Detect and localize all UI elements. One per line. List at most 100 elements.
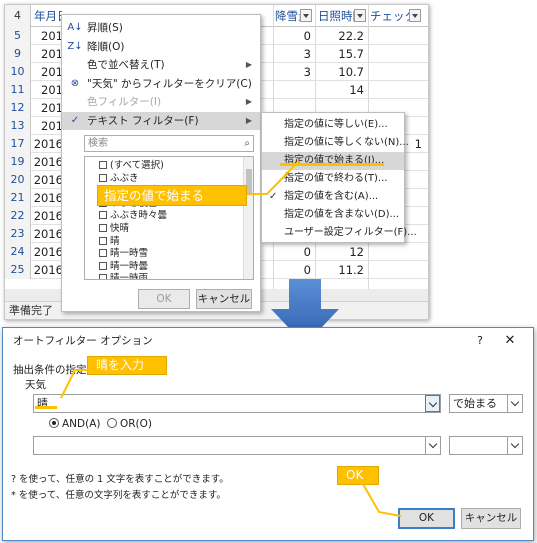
chevron-down-icon[interactable] <box>425 395 440 412</box>
cell-date[interactable]: 2016 <box>33 225 63 243</box>
row-number[interactable]: 13 <box>5 117 31 135</box>
filter-menu-item[interactable]: 色で並べ替え(T) ▶ <box>62 56 260 74</box>
and-radio[interactable]: AND(A) <box>49 418 101 430</box>
text-filter-option[interactable]: 指定の値を含まない(D)... <box>262 206 404 224</box>
checkbox-icon[interactable] <box>99 249 107 258</box>
header-sunshine: 日照時間 <box>318 9 358 23</box>
row-number[interactable]: 12 <box>5 99 31 117</box>
row-number[interactable]: 23 <box>5 225 31 243</box>
cell-date[interactable]: 2016 <box>33 207 63 225</box>
text-filter-option[interactable]: ユーザー設定フィルター(F)... <box>262 224 417 242</box>
filter-list-item[interactable]: (すべて選択) <box>99 160 164 173</box>
filter-menu-item-label: 色で並べ替え(T) <box>87 59 165 71</box>
close-icon[interactable]: ✕ <box>502 328 518 354</box>
filter-menu-item[interactable]: ✓ テキスト フィルター(F) ▶ <box>62 111 260 130</box>
filter-menu-item[interactable]: 色フィルター(I) ▶ <box>62 93 260 111</box>
filter-list-item[interactable]: 晴 <box>99 236 120 249</box>
chevron-down-icon[interactable] <box>507 395 522 412</box>
callout-starts-with: 指定の値で始まる <box>97 185 247 206</box>
operator-select-1[interactable]: で始まる <box>449 394 523 413</box>
cell-date[interactable]: 2016 <box>33 171 63 189</box>
filter-search-input[interactable]: 検索 ⌕ <box>84 135 254 152</box>
filter-dropdown-snow[interactable] <box>300 9 312 22</box>
cell-date[interactable]: 2016 <box>33 153 63 171</box>
cell-date[interactable]: 2016 <box>33 135 63 153</box>
checkbox-icon[interactable] <box>99 173 107 182</box>
cell-check[interactable] <box>370 243 422 261</box>
row-number[interactable]: 5 <box>5 27 31 45</box>
cell-sunshine[interactable]: 12 <box>316 243 366 261</box>
cell-date[interactable]: 201 <box>33 63 63 81</box>
filter-menu-item[interactable]: ⊗ "天気" からフィルターをクリア(C) <box>62 75 260 93</box>
text-filter-option[interactable]: 指定の値に等しい(E)... <box>262 116 404 134</box>
cell-date[interactable]: 201 <box>33 45 63 63</box>
text-filter-option[interactable]: 指定の値に等しくない(N)... <box>262 134 409 152</box>
filter-list-item[interactable]: 快晴 <box>99 223 129 236</box>
checkbox-icon[interactable] <box>99 224 107 232</box>
filter-list-item[interactable]: ふぶき <box>99 173 139 186</box>
chevron-down-icon[interactable] <box>507 437 522 454</box>
filter-menu-item[interactable]: Z↓ 降順(O) <box>62 38 260 56</box>
row-number[interactable]: 17 <box>5 135 31 153</box>
operator-select-2[interactable] <box>449 436 523 455</box>
cell-date[interactable]: 2016 <box>33 261 63 279</box>
cell-check[interactable] <box>370 81 422 99</box>
row-number[interactable]: 20 <box>5 171 31 189</box>
cell-check[interactable] <box>370 45 422 63</box>
filter-list-item[interactable]: ふぶき時々曇 <box>99 210 167 223</box>
cell-check[interactable] <box>370 27 422 45</box>
filter-ok-button[interactable]: OK <box>138 289 190 309</box>
cell-snow[interactable]: 3 <box>273 45 313 63</box>
filter-list-item[interactable]: 晴一時曇 <box>99 261 148 274</box>
row-number[interactable]: 9 <box>5 45 31 63</box>
cell-snow[interactable]: 0 <box>273 27 313 45</box>
cell-date[interactable]: 201 <box>33 27 63 45</box>
radio-dot-icon[interactable] <box>49 418 59 428</box>
checkbox-icon[interactable] <box>99 261 107 270</box>
cancel-button[interactable]: キャンセル <box>461 508 521 529</box>
row-number[interactable]: 25 <box>5 261 31 279</box>
row-number[interactable]: 21 <box>5 189 31 207</box>
cell-date[interactable]: 201 <box>33 81 63 99</box>
cell-date[interactable]: 201 <box>33 117 63 135</box>
radio-circle-icon[interactable] <box>107 418 117 428</box>
filter-list-item[interactable]: 晴一時雨 <box>99 273 148 279</box>
filter-list-item-label: 晴一時雪 <box>110 248 149 260</box>
filter-menu-item[interactable]: A↓ 昇順(S) <box>62 19 260 37</box>
text-filter-option-label: 指定の値に等しい(E)... <box>284 119 388 130</box>
help-icon[interactable]: ? <box>472 328 488 354</box>
filter-menu-item-label: 降順(O) <box>87 40 125 53</box>
checkbox-icon[interactable] <box>99 161 107 169</box>
row-number[interactable]: 24 <box>5 243 31 261</box>
cell-snow[interactable]: 0 <box>273 243 313 261</box>
cell-check[interactable] <box>370 261 422 279</box>
chevron-down-icon[interactable] <box>425 437 440 454</box>
cell-date[interactable]: 201 <box>33 99 63 117</box>
row-number[interactable]: 10 <box>5 63 31 81</box>
filter-dropdown-check[interactable] <box>409 9 421 22</box>
filter-dropdown-sunshine[interactable] <box>354 9 366 22</box>
cell-sunshine[interactable]: 11.2 <box>316 261 366 279</box>
filter-cancel-button[interactable]: キャンセル <box>196 289 252 309</box>
cell-check[interactable] <box>370 63 422 81</box>
or-radio[interactable]: OR(O) <box>107 418 152 430</box>
row-number[interactable]: 19 <box>5 153 31 171</box>
cell-snow[interactable] <box>273 81 313 99</box>
cell-snow[interactable]: 0 <box>273 261 313 279</box>
cell-snow[interactable]: 3 <box>273 63 313 81</box>
row-number[interactable]: 22 <box>5 207 31 225</box>
filter-list-item[interactable]: 晴一時雪 <box>99 248 148 261</box>
checkbox-icon[interactable] <box>99 236 107 245</box>
cell-sunshine[interactable]: 10.7 <box>316 63 366 81</box>
cell-sunshine[interactable]: 22.2 <box>316 27 366 45</box>
check-icon: ✓ <box>70 114 80 126</box>
cell-date[interactable]: 2016 <box>33 243 63 261</box>
checkbox-icon[interactable] <box>99 211 107 220</box>
cell-sunshine[interactable]: 15.7 <box>316 45 366 63</box>
and-label: AND(A) <box>62 418 101 430</box>
cell-date[interactable]: 2016 <box>33 189 63 207</box>
checkbox-icon[interactable] <box>99 274 107 279</box>
cell-sunshine[interactable]: 14 <box>316 81 366 99</box>
row-number[interactable]: 11 <box>5 81 31 99</box>
criteria-value-2[interactable] <box>33 436 441 455</box>
